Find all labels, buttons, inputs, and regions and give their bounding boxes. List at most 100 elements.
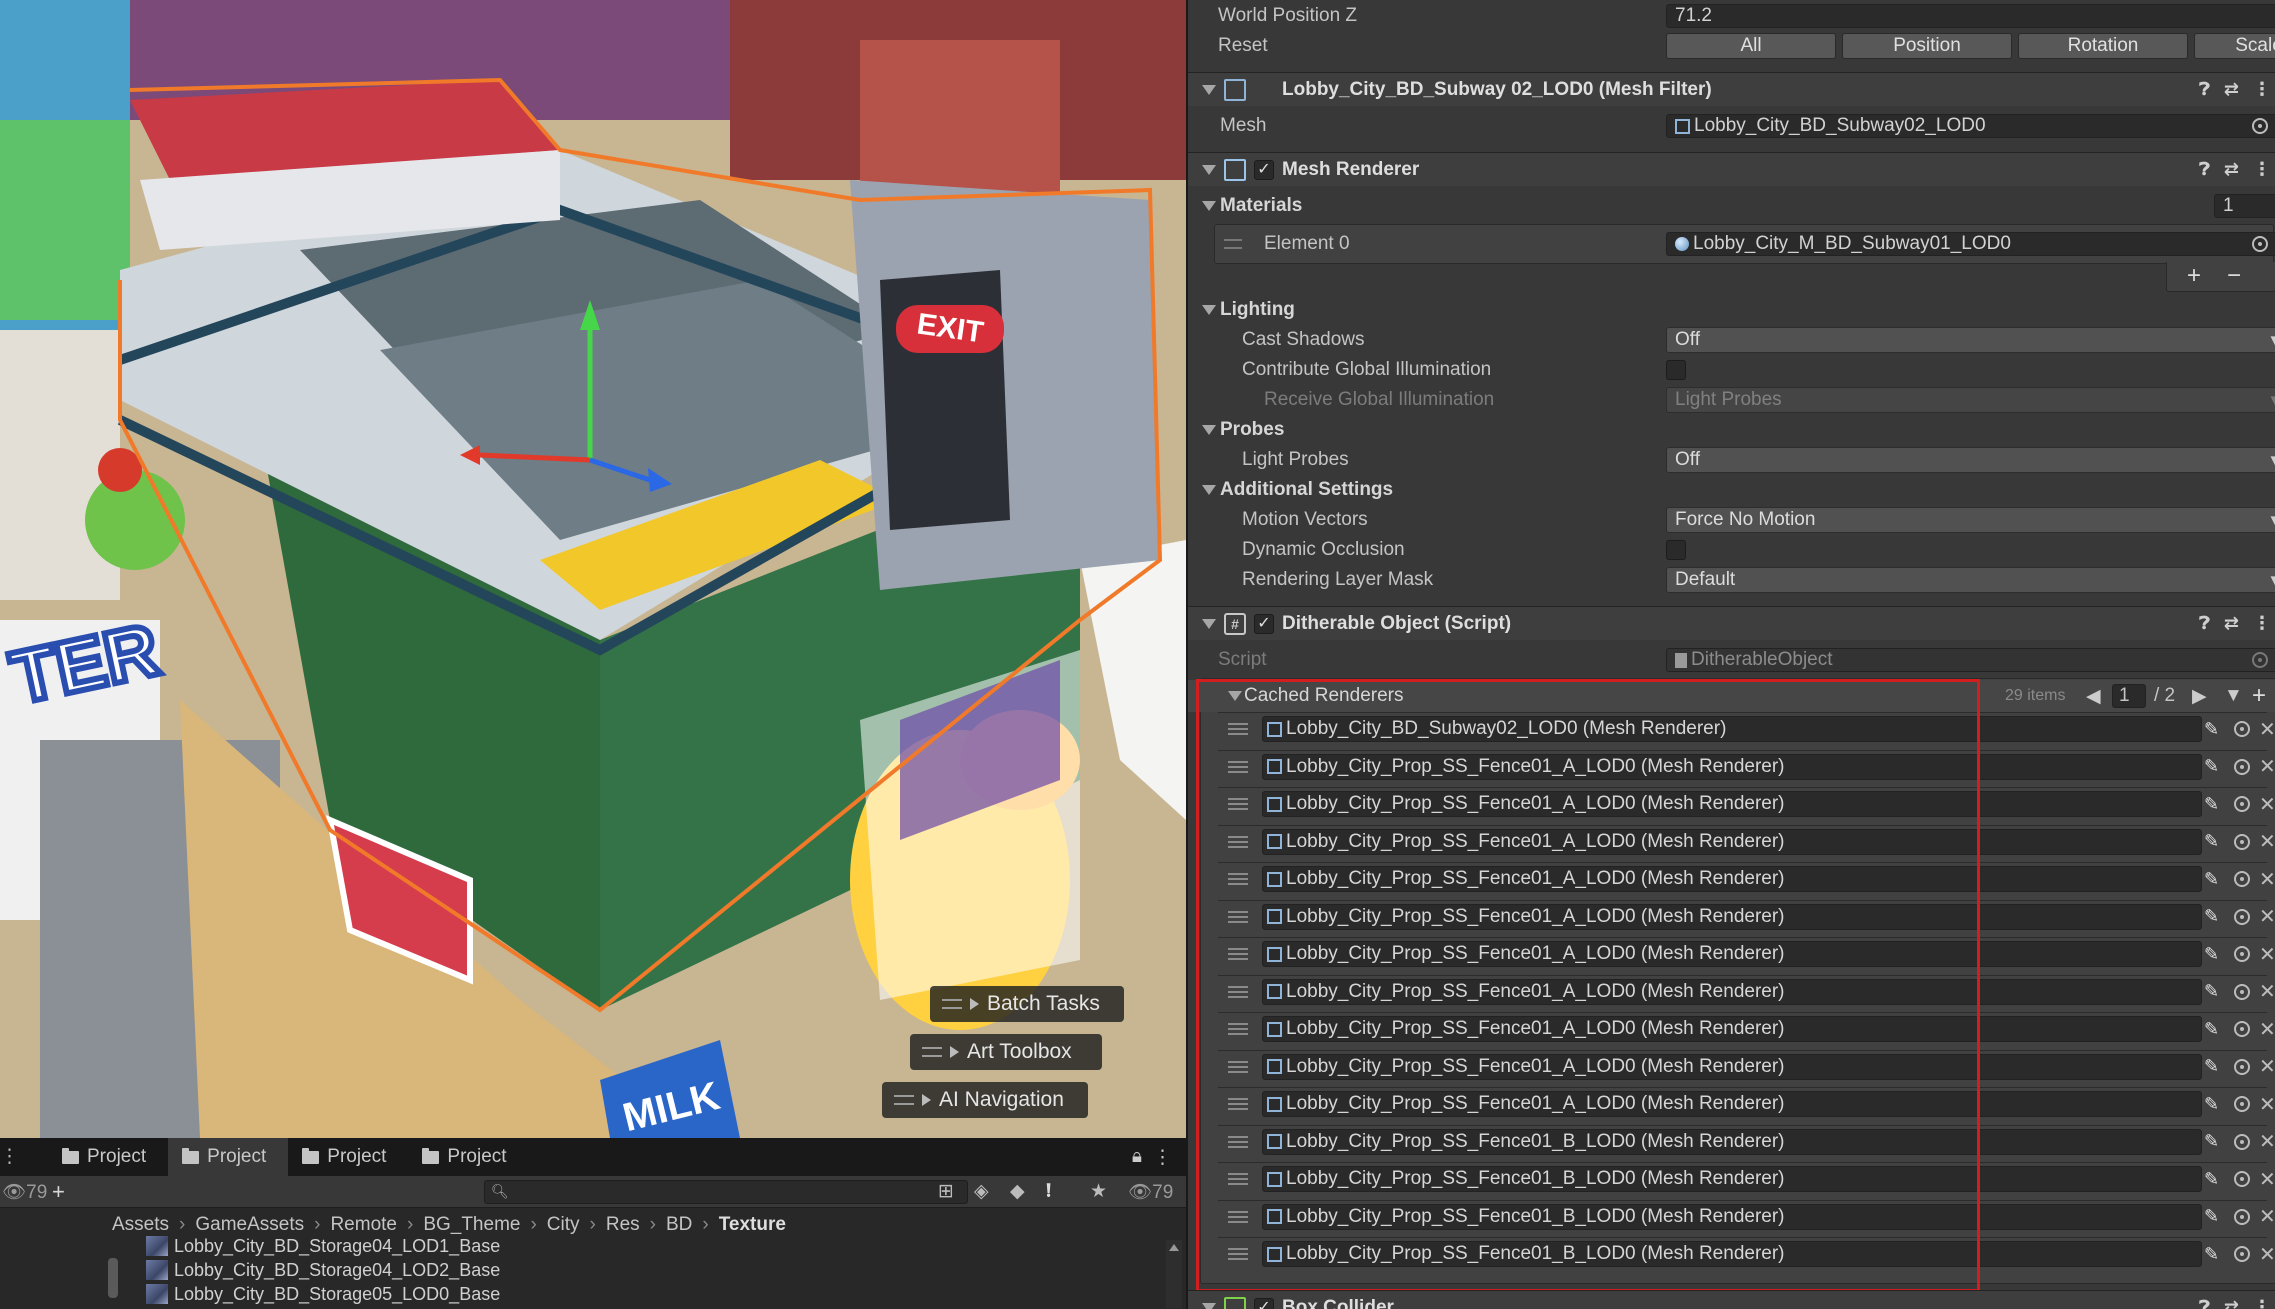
list-item[interactable]: Lobby_City_Prop_SS_Fence01_B_LOD0 (Mesh … [1218,1199,2275,1233]
element-0-field[interactable]: Lobby_City_M_BD_Subway01_LOD0 [1666,232,2275,256]
edit-pencil-icon[interactable]: ✎ [2204,1206,2219,1227]
filter-by-label-icon[interactable]: ◈ [974,1180,989,1203]
reset-scale-button[interactable]: Scale [2194,33,2275,59]
breadcrumb-bd[interactable]: BD [666,1214,692,1236]
mesh-object-field[interactable]: Lobby_City_BD_Subway02_LOD0 [1666,114,2275,138]
tag-icon[interactable]: ◆ [1010,1180,1025,1203]
breadcrumb-gameassets[interactable]: GameAssets [195,1214,304,1236]
renderer-object-field[interactable]: Lobby_City_BD_Subway02_LOD0 (Mesh Render… [1262,716,2202,742]
tab-project-2[interactable]: Project [168,1138,289,1176]
renderer-object-field[interactable]: Lobby_City_Prop_SS_Fence01_A_LOD0 (Mesh … [1262,1053,2202,1080]
renderer-object-field[interactable]: Lobby_City_Prop_SS_Fence01_A_LOD0 (Mesh … [1262,866,2202,892]
box-collider-header[interactable]: ✓ Box Collider ❓︎ ⇄ ⋮ [1188,1290,2275,1309]
list-item[interactable]: Lobby_City_Prop_SS_Fence01_A_LOD0 (Mesh … [1218,899,2275,933]
edit-pencil-icon[interactable]: ✎ [2204,944,2219,965]
renderer-object-field[interactable]: Lobby_City_Prop_SS_Fence01_B_LOD0 (Mesh … [1262,1241,2202,1267]
object-picker-icon[interactable] [2234,1021,2250,1037]
object-picker-icon[interactable] [2234,758,2250,775]
drag-handle-icon[interactable] [922,1047,942,1057]
light-probes-dropdown[interactable]: Off▾ [1666,447,2275,473]
edit-pencil-icon[interactable]: ✎ [2204,1131,2219,1152]
list-item[interactable]: Lobby_City_Prop_SS_Fence01_A_LOD0 (Mesh … [1218,862,2275,895]
renderer-object-field[interactable]: Lobby_City_Prop_SS_Fence01_B_LOD0 (Mesh … [1262,1203,2202,1230]
renderer-object-field[interactable]: Lobby_City_Prop_SS_Fence01_A_LOD0 (Mesh … [1262,828,2202,855]
object-picker-icon[interactable] [2234,946,2250,962]
box-collider-enabled-checkbox[interactable]: ✓ [1254,1297,1274,1309]
fold-arrow-icon[interactable] [1202,84,1216,95]
remove-item-icon[interactable]: ✕ [2259,792,2275,817]
add-asset-button[interactable]: + [52,1179,65,1205]
list-item[interactable]: Lobby_City_Prop_SS_Fence01_A_LOD0 (Mesh … [1218,974,2275,1008]
remove-item-icon[interactable]: ✕ [2259,1167,2275,1192]
preset-icon[interactable]: ⇄ [2224,79,2239,100]
breadcrumb-res[interactable]: Res [606,1214,640,1236]
lighting-section[interactable]: Lighting [1188,296,2275,324]
object-picker-icon[interactable] [2234,1058,2250,1075]
motion-vectors-dropdown[interactable]: Force No Motion▾ [1666,507,2275,533]
batch-tasks-overlay[interactable]: Batch Tasks [930,986,1124,1022]
ditherable-enabled-checkbox[interactable]: ✓ [1254,613,1274,634]
list-item[interactable]: Lobby_City_Prop_SS_Fence01_A_LOD0 (Mesh … [1218,937,2275,970]
object-picker-icon[interactable] [2234,908,2250,925]
edit-pencil-icon[interactable]: ✎ [2204,756,2219,777]
ai-navigation-overlay[interactable]: AI Navigation [882,1082,1088,1118]
list-item[interactable]: Lobby_City_BD_Subway02_LOD0 (Mesh Render… [1218,712,2275,745]
list-item[interactable]: Lobby_City_Prop_SS_Fence01_B_LOD0 (Mesh … [1218,1124,2275,1158]
remove-item-icon[interactable]: ✕ [2259,1204,2275,1229]
drag-handle-icon[interactable] [894,1095,914,1105]
context-menu-icon[interactable]: ⋮ [2253,79,2271,100]
edit-pencil-icon[interactable]: ✎ [2204,794,2219,815]
context-menu-icon[interactable]: ⋮ [2253,613,2271,634]
drag-handle-icon[interactable] [1228,1173,1248,1185]
breadcrumb-remote[interactable]: Remote [330,1214,397,1236]
tab-project-1[interactable]: Project [48,1138,168,1176]
fold-arrow-icon[interactable] [1202,1302,1216,1309]
drag-handle-icon[interactable] [1228,723,1248,735]
remove-item-icon[interactable]: ✕ [2259,1017,2275,1042]
remove-item-icon[interactable]: ✕ [2259,1129,2275,1154]
object-picker-icon[interactable] [2234,796,2250,812]
drag-handle-icon[interactable] [1228,910,1248,923]
ditherable-object-header[interactable]: # ✓ Ditherable Object (Script) ❓︎ ⇄ ⋮ [1188,606,2275,640]
edit-pencil-icon[interactable]: ✎ [2204,1094,2219,1115]
drag-handle-icon[interactable] [942,999,962,1009]
object-picker-icon[interactable] [2234,1096,2250,1112]
edit-pencil-icon[interactable]: ✎ [2204,1244,2219,1265]
renderer-object-field[interactable]: Lobby_City_Prop_SS_Fence01_B_LOD0 (Mesh … [1262,1166,2202,1192]
materials-row[interactable]: Materials 1 [1188,192,2275,220]
remove-item-icon[interactable]: ✕ [2259,829,2275,854]
contribute-gi-checkbox[interactable] [1666,360,1686,380]
page-prev-button[interactable]: ◀ [2086,685,2101,708]
drag-handle-icon[interactable] [1228,1248,1248,1260]
context-menu-icon[interactable]: ⋮ [2253,159,2271,180]
page-dropdown-button[interactable]: ▼ [2224,685,2243,707]
list-item[interactable]: Lobby_City_BD_Storage05_LOD0_Base [146,1282,500,1306]
help-icon[interactable]: ❓︎ [2199,79,2210,100]
remove-item-icon[interactable]: ✕ [2259,717,2275,742]
warning-icon[interactable]: ❗︎ [1046,1181,1051,1203]
page-next-button[interactable]: ▶ [2192,685,2207,708]
fold-arrow-icon[interactable] [1228,691,1242,701]
edit-pencil-icon[interactable]: ✎ [2204,906,2219,927]
reset-rotation-button[interactable]: Rotation [2018,33,2188,59]
renderer-object-field[interactable]: Lobby_City_Prop_SS_Fence01_B_LOD0 (Mesh … [1262,1128,2202,1155]
fold-arrow-icon[interactable] [1202,164,1216,175]
edit-pencil-icon[interactable]: ✎ [2204,1169,2219,1190]
search-input[interactable]: 🔍︎ [484,1180,968,1204]
renderer-object-field[interactable]: Lobby_City_Prop_SS_Fence01_A_LOD0 (Mesh … [1262,903,2202,930]
object-picker-icon[interactable] [2234,983,2250,1000]
breadcrumb-city[interactable]: City [547,1214,580,1236]
art-toolbox-overlay[interactable]: Art Toolbox [910,1034,1102,1070]
list-item[interactable]: Lobby_City_Prop_SS_Fence01_A_LOD0 (Mesh … [1218,1012,2275,1045]
add-renderer-button[interactable]: + [2252,682,2266,710]
fold-arrow-icon[interactable] [1202,201,1216,211]
drag-handle-icon[interactable] [1228,1023,1248,1035]
vertical-scrollbar[interactable] [1166,1240,1182,1308]
add-element-button[interactable]: + [2187,262,2201,290]
help-icon[interactable]: ❓︎ [2199,613,2210,634]
edit-pencil-icon[interactable]: ✎ [2204,869,2219,890]
renderer-object-field[interactable]: Lobby_City_Prop_SS_Fence01_A_LOD0 (Mesh … [1262,791,2202,817]
renderer-object-field[interactable]: Lobby_City_Prop_SS_Fence01_A_LOD0 (Mesh … [1262,753,2202,780]
list-item[interactable]: Lobby_City_Prop_SS_Fence01_A_LOD0 (Mesh … [1218,749,2275,783]
mesh-filter-header[interactable]: Lobby_City_BD_Subway 02_LOD0 (Mesh Filte… [1188,72,2275,106]
